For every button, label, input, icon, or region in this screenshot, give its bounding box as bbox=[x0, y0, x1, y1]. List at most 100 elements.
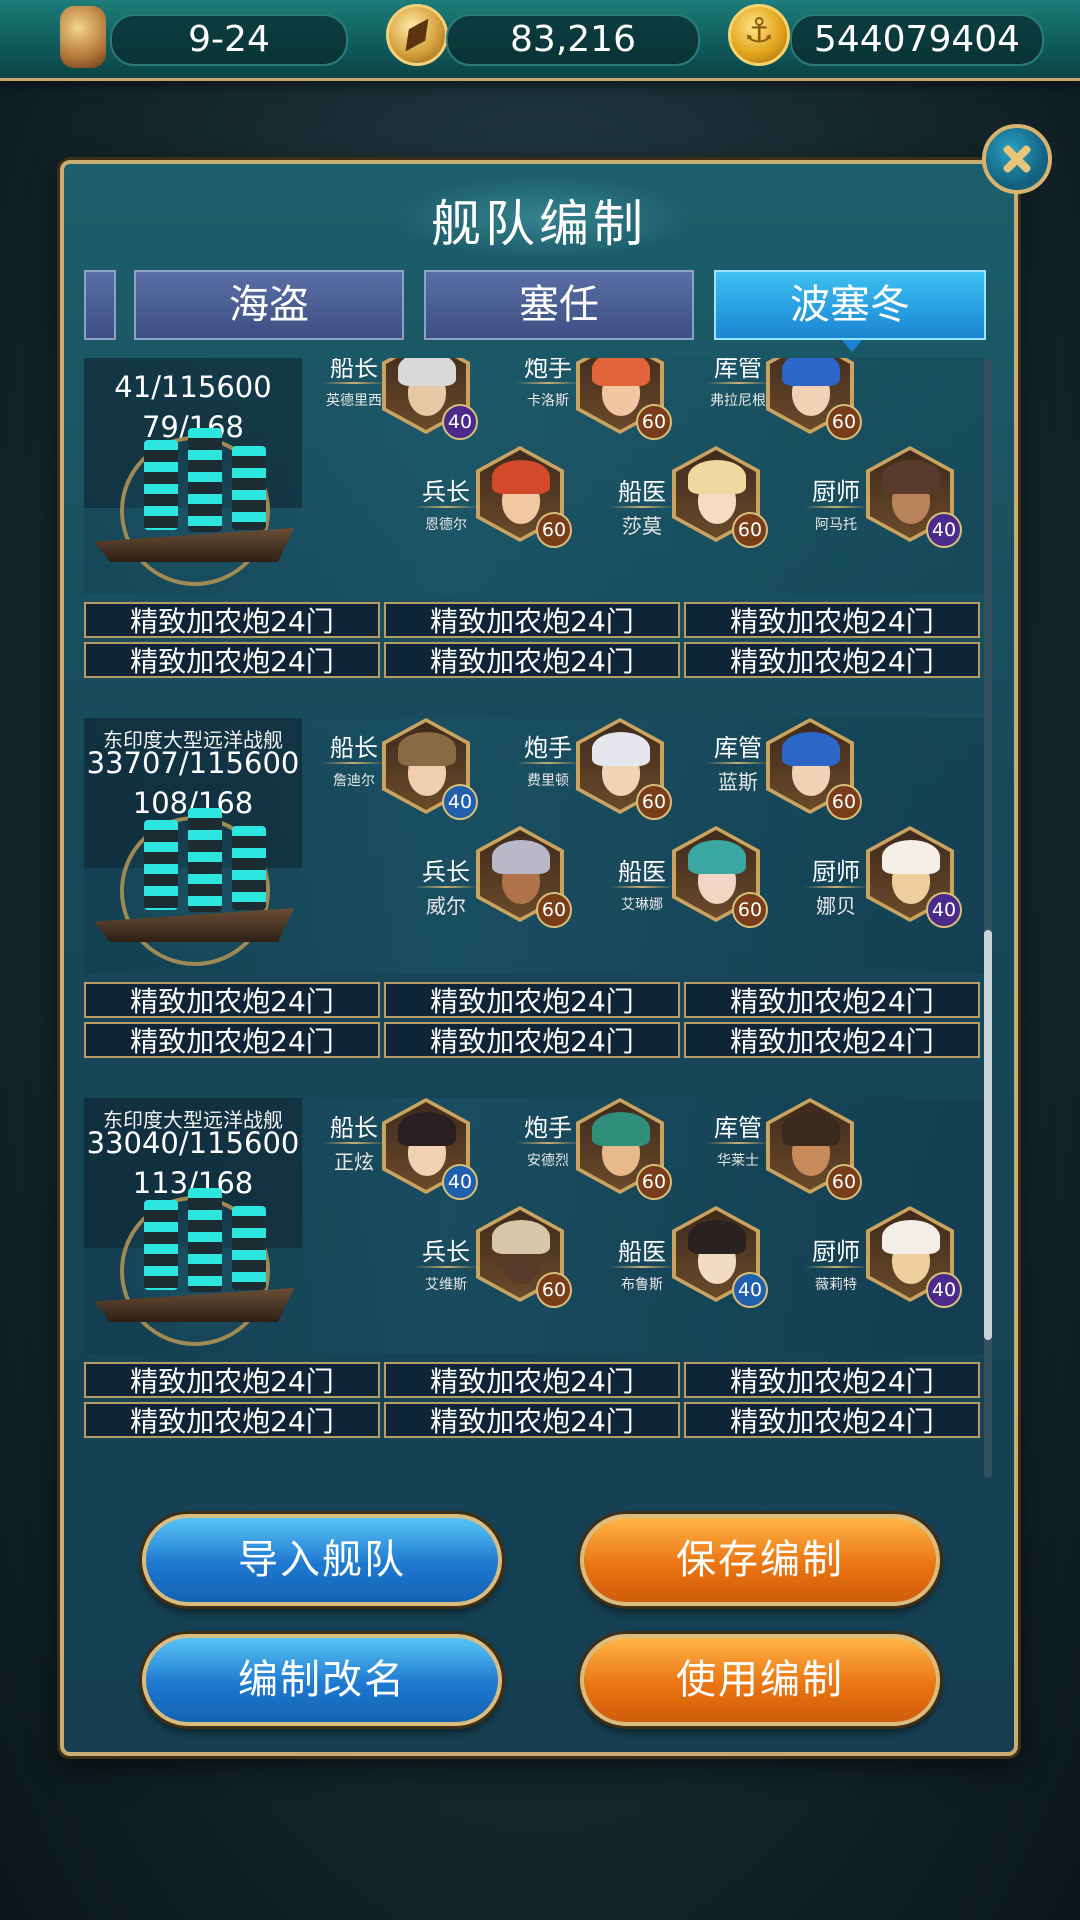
crew-level-badge: 60 bbox=[732, 892, 768, 928]
crew-role-label: 库管 bbox=[714, 358, 762, 382]
crew-name: 英德里西 bbox=[326, 393, 382, 409]
cannon-slot[interactable]: 精致加农炮24门 bbox=[384, 1362, 680, 1398]
role-divider bbox=[414, 1266, 478, 1268]
tab-scroll-stub[interactable] bbox=[84, 270, 116, 340]
crew-level-badge: 60 bbox=[826, 1164, 862, 1200]
cannon-slot[interactable]: 精致加农炮24门 bbox=[684, 602, 980, 638]
crew-name: 正炫 bbox=[334, 1150, 374, 1174]
scrollbar-thumb[interactable] bbox=[984, 930, 992, 1340]
crew-role-label: 船医 bbox=[618, 478, 666, 506]
crew-level-badge: 60 bbox=[636, 1164, 672, 1200]
cannon-slot[interactable]: 精致加农炮24门 bbox=[384, 1402, 680, 1438]
role-divider bbox=[706, 762, 770, 764]
ship-sail bbox=[144, 440, 178, 530]
cannon-slot[interactable]: 精致加农炮24门 bbox=[84, 1402, 380, 1438]
crew-role-label: 船长 bbox=[330, 734, 378, 762]
role-divider bbox=[706, 1142, 770, 1144]
rename-formation-button[interactable]: 编制改名 bbox=[142, 1634, 502, 1726]
crew-level-badge: 40 bbox=[732, 1272, 768, 1308]
resource-slot-gold: 544079404 bbox=[790, 14, 1044, 66]
crew-level-badge: 40 bbox=[442, 404, 478, 440]
role-divider bbox=[610, 506, 674, 508]
portrait-hair bbox=[492, 1220, 550, 1254]
fleet-entry[interactable]: 东印度大型远洋战舰 33040/115600 113/168 船长 正炫 40 … bbox=[84, 1098, 990, 1478]
role-divider bbox=[804, 886, 868, 888]
crew-role-label: 炮手 bbox=[524, 1114, 572, 1142]
role-divider bbox=[322, 382, 386, 384]
resource-slot-time: 9-24 bbox=[110, 14, 348, 66]
use-formation-button[interactable]: 使用编制 bbox=[580, 1634, 940, 1726]
resource-bar: 9-24 83,216 544079404 bbox=[0, 0, 1080, 81]
crew-level-badge: 60 bbox=[636, 404, 672, 440]
cannon-slot[interactable]: 精致加农炮24门 bbox=[84, 1362, 380, 1398]
crew-name: 莎莫 bbox=[622, 514, 662, 538]
crew-role-label: 炮手 bbox=[524, 358, 572, 382]
crew-level-badge: 60 bbox=[636, 784, 672, 820]
crew-name: 蓝斯 bbox=[718, 770, 758, 794]
ship-image[interactable] bbox=[84, 808, 314, 968]
ship-image[interactable] bbox=[84, 1188, 314, 1348]
cannon-slot[interactable]: 精致加农炮24门 bbox=[84, 1022, 380, 1058]
crew-role-label: 船医 bbox=[618, 1238, 666, 1266]
portrait-hair bbox=[398, 1112, 456, 1146]
anchor-coin-icon bbox=[728, 4, 790, 66]
cannon-slot[interactable]: 精致加农炮24门 bbox=[384, 1022, 680, 1058]
crew-name: 威尔 bbox=[426, 894, 466, 918]
crew-level-badge: 60 bbox=[536, 892, 572, 928]
crew-name: 娜贝 bbox=[816, 894, 856, 918]
role-divider bbox=[804, 1266, 868, 1268]
use-formation-label: 使用编制 bbox=[676, 1657, 844, 1703]
ship-sail bbox=[188, 808, 222, 912]
ship-durability: 41/115600 bbox=[114, 370, 272, 404]
crew-name: 弗拉尼根 bbox=[710, 393, 766, 409]
cannon-slot[interactable]: 精致加农炮24门 bbox=[684, 982, 980, 1018]
crew-name: 阿马托 bbox=[815, 517, 857, 533]
cannon-slot[interactable]: 精致加农炮24门 bbox=[84, 602, 380, 638]
cannon-slot[interactable]: 精致加农炮24门 bbox=[684, 1402, 980, 1438]
portrait-hair bbox=[398, 732, 456, 766]
role-divider bbox=[706, 382, 770, 384]
hourglass-icon bbox=[60, 6, 106, 68]
crew-name: 艾琳娜 bbox=[621, 897, 663, 913]
fleet-entry[interactable]: 东印度大型远洋战舰 33707/115600 108/168 船长 詹迪尔 40… bbox=[84, 718, 990, 1098]
ship-durability: 33040/115600 bbox=[86, 1126, 300, 1160]
dialog-title: 舰队编制 bbox=[431, 195, 647, 253]
save-formation-button[interactable]: 保存编制 bbox=[580, 1514, 940, 1606]
cannon-slot[interactable]: 精致加农炮24门 bbox=[684, 1362, 980, 1398]
cannon-slot[interactable]: 精致加农炮24门 bbox=[684, 642, 980, 678]
cannon-slot[interactable]: 精致加农炮24门 bbox=[384, 982, 680, 1018]
crew-level-badge: 40 bbox=[442, 1164, 478, 1200]
import-fleet-label: 导入舰队 bbox=[238, 1537, 406, 1583]
import-fleet-button[interactable]: 导入舰队 bbox=[142, 1514, 502, 1606]
crew-name: 艾维斯 bbox=[425, 1277, 467, 1293]
crew-level-badge: 40 bbox=[926, 512, 962, 548]
close-button[interactable] bbox=[982, 124, 1052, 194]
crew-role-label: 厨师 bbox=[812, 858, 860, 886]
time-value: 9-24 bbox=[188, 19, 270, 60]
tab-siren[interactable]: 塞任 bbox=[424, 270, 694, 340]
portrait-hair bbox=[782, 732, 840, 766]
cannon-slot[interactable]: 精致加农炮24门 bbox=[84, 642, 380, 678]
role-divider bbox=[414, 886, 478, 888]
cannon-slot[interactable]: 精致加农炮24门 bbox=[384, 642, 680, 678]
role-divider bbox=[414, 506, 478, 508]
ship-image[interactable] bbox=[84, 428, 314, 588]
fleet-entry[interactable]: 41/115600 79/168 船长 英德里西 40 炮手 卡洛斯 60 库管… bbox=[84, 358, 990, 718]
portrait-hair bbox=[492, 840, 550, 874]
cannon-slot[interactable]: 精致加农炮24门 bbox=[384, 602, 680, 638]
crew-name: 詹迪尔 bbox=[333, 773, 375, 789]
cannon-slot[interactable]: 精致加农炮24门 bbox=[84, 982, 380, 1018]
crew-role-label: 库管 bbox=[714, 734, 762, 762]
rename-formation-label: 编制改名 bbox=[238, 1657, 406, 1703]
save-formation-label: 保存编制 bbox=[676, 1537, 844, 1583]
tab-pirate[interactable]: 海盗 bbox=[134, 270, 404, 340]
cannon-slot[interactable]: 精致加农炮24门 bbox=[684, 1022, 980, 1058]
portrait-hair bbox=[688, 840, 746, 874]
portrait-hair bbox=[782, 1112, 840, 1146]
tab-poseidon[interactable]: 波塞冬 bbox=[714, 270, 986, 352]
role-divider bbox=[804, 506, 868, 508]
role-divider bbox=[322, 1142, 386, 1144]
compass-icon bbox=[386, 4, 448, 66]
fleet-list[interactable]: 41/115600 79/168 船长 英德里西 40 炮手 卡洛斯 60 库管… bbox=[84, 358, 990, 1478]
role-divider bbox=[322, 762, 386, 764]
